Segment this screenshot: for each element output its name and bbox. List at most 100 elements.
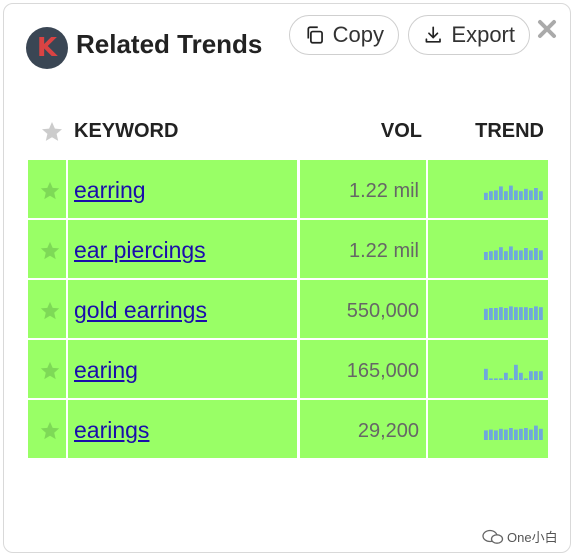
volume-cell: 1.22 mil	[300, 160, 426, 218]
close-icon[interactable]	[536, 18, 558, 40]
trend-bar	[489, 251, 493, 260]
export-button[interactable]: Export	[408, 15, 530, 55]
trend-bar	[494, 190, 498, 200]
trend-bar	[499, 378, 503, 380]
star-icon[interactable]	[39, 240, 61, 262]
logo-letter: K	[36, 33, 58, 63]
export-button-label: Export	[451, 22, 515, 47]
trend-bar	[489, 378, 493, 380]
table-row: earring 1.22 mil	[28, 160, 548, 220]
trend-sparkline	[484, 246, 543, 260]
star-cell	[28, 160, 66, 218]
watermark: One小白	[482, 527, 558, 546]
keyword-link[interactable]: earings	[74, 417, 149, 444]
volume-cell: 29,200	[300, 400, 426, 458]
keyword-cell: earings	[68, 400, 297, 458]
trend-bar	[519, 428, 523, 440]
keyword-link[interactable]: earring	[74, 177, 146, 204]
trend-bar	[499, 428, 503, 440]
copy-icon	[307, 26, 323, 44]
trend-bar	[509, 306, 513, 320]
panel-title: Related Trends	[76, 29, 263, 59]
trend-bar	[539, 191, 543, 200]
trend-sparkline	[484, 364, 543, 380]
trend-bar	[509, 428, 513, 440]
trend-bar	[514, 429, 518, 440]
trend-bar	[539, 250, 543, 260]
trend-bar	[509, 246, 513, 260]
related-trends-panel: K Related Trends Copy Export KEYWORD VOL…	[3, 3, 571, 553]
volume-value: 165,000	[346, 360, 419, 382]
trend-bar	[534, 306, 538, 320]
star-icon[interactable]	[40, 120, 64, 144]
trend-bar	[534, 371, 538, 380]
trend-bar	[504, 251, 508, 260]
column-header-vol: VOL	[380, 120, 422, 142]
trends-table-body: earring 1.22 mil ear piercings 1.22 mil …	[28, 160, 548, 460]
column-header-keyword: KEYWORD	[74, 120, 179, 142]
trend-bar	[539, 371, 543, 380]
trend-bar	[529, 190, 533, 200]
trend-bar	[484, 308, 488, 320]
trend-bar	[529, 371, 533, 380]
trend-bar	[529, 308, 533, 320]
trend-cell	[428, 400, 548, 458]
keyword-link[interactable]: earing	[74, 357, 138, 384]
star-cell	[28, 280, 66, 338]
copy-button[interactable]: Copy	[289, 15, 399, 55]
trend-bar	[504, 308, 508, 320]
trend-bar	[529, 250, 533, 260]
trend-bar	[484, 252, 488, 260]
trend-bar	[484, 368, 488, 380]
trend-bar	[484, 192, 488, 200]
table-row: ear piercings 1.22 mil	[28, 220, 548, 280]
volume-value: 550,000	[346, 300, 419, 322]
keyword-link[interactable]: ear piercings	[74, 237, 206, 264]
trend-bar	[489, 429, 493, 440]
trend-bar	[494, 308, 498, 320]
wechat-icon	[482, 529, 504, 544]
volume-cell: 165,000	[300, 340, 426, 398]
volume-cell: 550,000	[300, 280, 426, 338]
trend-bar	[489, 191, 493, 200]
trend-cell	[428, 340, 548, 398]
trend-bar	[504, 372, 508, 380]
watermark-text: One小白	[507, 530, 558, 545]
trend-bar	[509, 185, 513, 200]
star-cell	[28, 340, 66, 398]
volume-cell: 1.22 mil	[300, 220, 426, 278]
trend-bar	[514, 364, 518, 380]
keywords-everywhere-logo: K	[26, 27, 68, 69]
keyword-cell: gold earrings	[68, 280, 297, 338]
trend-bar	[489, 308, 493, 320]
volume-value: 1.22 mil	[348, 180, 419, 202]
volume-value: 1.22 mil	[348, 240, 419, 262]
download-icon	[425, 26, 441, 43]
trend-bar	[499, 186, 503, 200]
trend-bar	[529, 429, 533, 440]
table-row: gold earrings 550,000	[28, 280, 548, 340]
keyword-link[interactable]: gold earrings	[74, 297, 207, 324]
star-icon[interactable]	[39, 300, 61, 322]
trend-bar	[504, 429, 508, 440]
trend-bar	[499, 307, 503, 320]
star-icon[interactable]	[39, 180, 61, 202]
star-icon[interactable]	[39, 360, 61, 382]
table-row: earings 29,200	[28, 400, 548, 460]
trend-bar	[514, 250, 518, 260]
table-header: KEYWORD VOL TREND	[28, 114, 548, 150]
volume-value: 29,200	[357, 420, 419, 442]
trend-bar	[519, 307, 523, 320]
trend-sparkline	[484, 425, 543, 440]
trend-bar	[494, 378, 498, 380]
trend-bar	[519, 250, 523, 260]
trend-bar	[539, 307, 543, 320]
trend-bar	[494, 430, 498, 440]
keyword-cell: ear piercings	[68, 220, 297, 278]
star-icon[interactable]	[39, 420, 61, 442]
trend-cell	[428, 160, 548, 218]
keyword-cell: earing	[68, 340, 297, 398]
trend-bar	[539, 428, 543, 440]
column-header-trend: TREND	[475, 120, 544, 142]
trend-cell	[428, 280, 548, 338]
